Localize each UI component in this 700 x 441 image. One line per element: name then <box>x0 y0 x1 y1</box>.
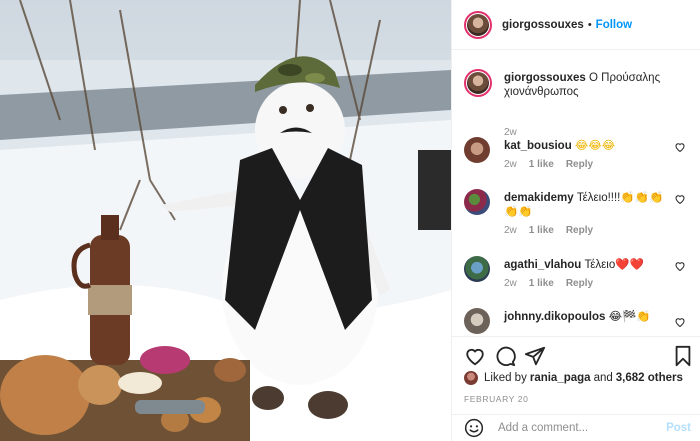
comment-like-icon[interactable] <box>674 316 686 328</box>
bookmark-icon <box>675 345 691 367</box>
comment-meta: 2w 1 like Reply <box>504 278 593 289</box>
liker-username[interactable]: rania_paga <box>530 372 591 384</box>
comment-body: johnny.dikopoulos 😂🏁👏 <box>504 310 672 324</box>
heart-icon <box>675 195 685 205</box>
comment-body: demakidemy Τέλειο!!!!👏👏👏👏👏 <box>504 191 672 219</box>
likes-summary: Liked by rania_paga and 3,682 others <box>464 370 700 386</box>
likes-connector: and <box>593 372 613 384</box>
comment-likes[interactable]: 1 like <box>529 159 554 170</box>
caption-avatar[interactable] <box>464 69 492 97</box>
comment-likes[interactable]: 1 like <box>529 225 554 236</box>
comment-text: Τέλειο❤️❤️ <box>581 259 644 271</box>
snowman-image <box>0 0 451 441</box>
comment-like-icon[interactable] <box>674 141 686 153</box>
comment-text: 😂🏁👏 <box>605 311 651 323</box>
post-comment-button[interactable]: Post <box>666 422 691 434</box>
heart-icon <box>466 348 484 366</box>
commenter-avatar[interactable] <box>464 308 490 334</box>
like-button[interactable] <box>464 345 486 367</box>
reply-button[interactable]: Reply <box>566 159 593 170</box>
comment-likes[interactable]: 1 like <box>529 278 554 289</box>
comment-body: kat_bousiou 😂😂😂 <box>504 139 672 153</box>
commenter-avatar[interactable] <box>464 256 490 282</box>
heart-icon <box>675 143 685 153</box>
comment-text: 😂😂😂 <box>571 140 616 152</box>
comment-like-icon[interactable] <box>674 260 686 272</box>
caption-age: 2w <box>504 127 517 138</box>
avatar-image <box>467 13 489 36</box>
post-modal: giorgossouxes • Follow giorgossouxes Ο Π… <box>0 0 700 441</box>
share-button[interactable] <box>524 345 546 367</box>
comment-meta: 2w 1 like Reply <box>504 159 593 170</box>
reply-button[interactable]: Reply <box>566 225 593 236</box>
heart-icon <box>675 262 685 272</box>
commenter-avatar[interactable] <box>464 189 490 215</box>
comment-username[interactable]: johnny.dikopoulos <box>504 311 605 323</box>
caption-text-block: giorgossouxes Ο Προύσαλης χιονάνθρωπος <box>504 71 694 99</box>
comment-like-icon[interactable] <box>674 193 686 205</box>
header-username[interactable]: giorgossouxes <box>502 19 584 31</box>
caption-avatar-image <box>467 72 489 94</box>
comment-meta: 2w 1 like Reply <box>504 225 593 236</box>
caption-username[interactable]: giorgossouxes <box>504 72 586 84</box>
comment-age: 2w <box>504 159 517 170</box>
post-date: FEBRUARY 20 <box>464 394 529 404</box>
comment-body: agathi_vlahou Τέλειο❤️❤️ <box>504 258 672 272</box>
post-sidebar: giorgossouxes • Follow giorgossouxes Ο Π… <box>451 0 700 441</box>
comment-username[interactable]: demakidemy <box>504 192 574 204</box>
save-button[interactable] <box>672 345 694 367</box>
comment-input[interactable] <box>498 419 668 437</box>
commenter-avatar[interactable] <box>464 137 490 163</box>
share-icon <box>524 346 546 366</box>
header-separator: • <box>587 18 592 31</box>
emoji-icon[interactable] <box>464 418 484 438</box>
comment-button[interactable] <box>494 345 516 367</box>
comment-age: 2w <box>504 225 517 236</box>
action-bar <box>452 336 700 372</box>
comment-composer: Post <box>452 414 700 441</box>
comments-list[interactable]: giorgossouxes Ο Προύσαλης χιονάνθρωπος 2… <box>452 51 700 335</box>
comment-age: 2w <box>504 278 517 289</box>
likes-prefix: Liked by <box>484 372 527 384</box>
likes-others[interactable]: 3,682 others <box>616 372 683 384</box>
follow-button[interactable]: Follow <box>596 19 632 31</box>
comment-username[interactable]: kat_bousiou <box>504 140 572 152</box>
comment-username[interactable]: agathi_vlahou <box>504 259 581 271</box>
liker-avatar[interactable] <box>464 371 478 385</box>
post-header: giorgossouxes • Follow <box>452 0 700 50</box>
avatar[interactable] <box>464 10 492 39</box>
post-photo[interactable] <box>0 0 451 441</box>
reply-button[interactable]: Reply <box>566 278 593 289</box>
comment-icon <box>496 346 516 367</box>
heart-icon <box>675 318 685 328</box>
